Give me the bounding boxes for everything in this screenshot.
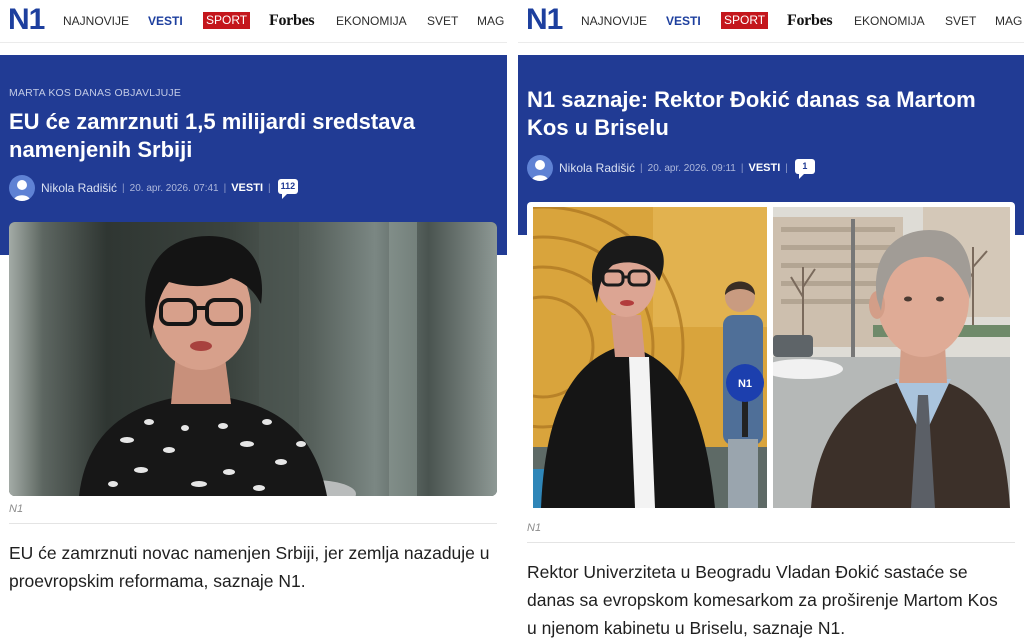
- article-title: EU će zamrznuti 1,5 milijardi sredstava …: [9, 109, 415, 162]
- article-panel-right: N1 NAJNOVIJE VESTI SPORT Forbes EKONOMIJ…: [518, 0, 1024, 643]
- photo-right: [773, 207, 1010, 508]
- publish-datetime: 20. apr. 2026. 07:41: [129, 182, 219, 194]
- category-link[interactable]: VESTI: [748, 162, 780, 174]
- photo-man-outdoors: [773, 207, 1010, 508]
- top-navigation: N1 NAJNOVIJE VESTI SPORT Forbes EKONOMIJ…: [0, 0, 507, 43]
- user-icon: [531, 160, 549, 181]
- divider: [527, 542, 1015, 543]
- photo-woman-eu-parliament: N1: [533, 207, 767, 508]
- nav-item-vesti[interactable]: VESTI: [666, 0, 701, 42]
- n1-logo[interactable]: N1: [526, 5, 563, 35]
- byline-separator: |: [740, 162, 744, 174]
- article-photo-collage: N1: [527, 202, 1015, 510]
- article-lead: EU će zamrznuti novac namenjen Srbiji, j…: [9, 543, 490, 591]
- nav-item-forbes-logo[interactable]: Forbes: [269, 0, 315, 42]
- nav-item-sport[interactable]: SPORT: [721, 12, 769, 29]
- nav-item-mag[interactable]: MAG: [477, 0, 504, 42]
- nav-item-mag[interactable]: MAG: [995, 0, 1022, 42]
- parked-car: [773, 335, 813, 357]
- user-icon: [13, 180, 31, 201]
- photo-woman-interview: [9, 222, 497, 496]
- article-byline: Nikola Radišić | 20. apr. 2026. 09:11 | …: [527, 155, 815, 181]
- publish-datetime: 20. apr. 2026. 09:11: [647, 162, 736, 174]
- street-lamp: [851, 219, 855, 379]
- nav-item-vesti[interactable]: VESTI: [148, 0, 183, 42]
- nav-item-sport[interactable]: SPORT: [203, 12, 251, 29]
- nav-item-ekonomija[interactable]: EKONOMIJA: [336, 0, 407, 42]
- photo-credit: N1: [9, 503, 24, 515]
- photo-credit: N1: [527, 522, 542, 534]
- nav-item-najnovije[interactable]: NAJNOVIJE: [581, 0, 647, 42]
- category-link[interactable]: VESTI: [231, 182, 263, 194]
- author-name[interactable]: Nikola Radišić: [41, 181, 117, 195]
- comment-bubble-icon[interactable]: 1: [794, 159, 815, 179]
- byline-separator: |: [640, 162, 643, 174]
- author-avatar[interactable]: [9, 175, 35, 201]
- comment-count: 112: [280, 181, 296, 191]
- comment-bubble-icon[interactable]: 112: [277, 179, 299, 199]
- divider: [9, 523, 497, 524]
- photo-left: N1: [533, 207, 767, 508]
- article-photo: [9, 222, 497, 496]
- byline-separator: |: [223, 182, 227, 194]
- top-navigation: N1 NAJNOVIJE VESTI SPORT Forbes EKONOMIJ…: [518, 0, 1024, 43]
- author-avatar[interactable]: [527, 155, 553, 181]
- nav-item-ekonomija[interactable]: EKONOMIJA: [854, 0, 925, 42]
- nav-item-svet[interactable]: SVET: [427, 0, 458, 42]
- mic-logo: N1: [738, 378, 752, 390]
- byline-separator: |: [785, 162, 788, 174]
- byline-separator: |: [268, 182, 271, 194]
- nav-item-forbes-logo[interactable]: Forbes: [787, 0, 833, 42]
- article-kicker: MARTA KOS DANAS OBJAVLJUJE: [9, 87, 182, 99]
- comment-count: 1: [802, 161, 808, 171]
- author-name[interactable]: Nikola Radišić: [559, 161, 635, 175]
- nav-item-najnovije[interactable]: NAJNOVIJE: [63, 0, 129, 42]
- article-lead: Rektor Univerziteta u Beogradu Vladan Đo…: [527, 562, 998, 638]
- article-byline: Nikola Radišić | 20. apr. 2026. 07:41 | …: [9, 175, 299, 201]
- byline-separator: |: [122, 182, 125, 194]
- article-panel-left: N1 NAJNOVIJE VESTI SPORT Forbes EKONOMIJ…: [0, 0, 507, 643]
- article-title: N1 saznaje: Rektor Đokić danas sa Martom…: [527, 87, 976, 140]
- nav-item-svet[interactable]: SVET: [945, 0, 976, 42]
- n1-logo[interactable]: N1: [8, 5, 45, 35]
